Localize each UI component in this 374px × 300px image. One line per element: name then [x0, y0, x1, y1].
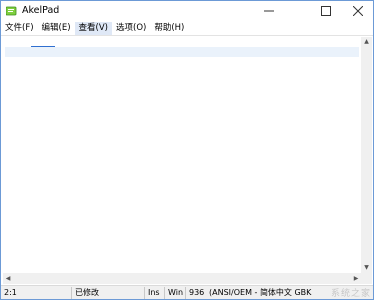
menu-help[interactable]: 帮助(H): [150, 22, 188, 35]
title-bar[interactable]: AkelPad: [1, 1, 373, 21]
status-divider: [71, 287, 72, 299]
scroll-down-arrow-icon[interactable]: ▼: [361, 263, 372, 273]
scrollbar-corner: [361, 273, 372, 284]
status-divider: [144, 287, 145, 299]
main-window: AkelPad 文件(F) 编辑(E) 查看(V) 选项(O) 帮助(H) ▲ …: [0, 0, 374, 300]
maximize-button[interactable]: [311, 1, 341, 21]
menu-edit[interactable]: 编辑(E): [38, 22, 75, 35]
vertical-scrollbar[interactable]: ▲ ▼: [361, 37, 372, 273]
status-divider: [164, 287, 165, 299]
scroll-up-arrow-icon[interactable]: ▲: [361, 37, 372, 47]
status-insert-mode: Ins: [148, 288, 160, 297]
status-encoding[interactable]: (ANSI/OEM - 简体中文 GBK: [209, 288, 311, 298]
text-cursor-marker: [31, 46, 55, 47]
text-editor[interactable]: [3, 37, 361, 273]
akelpad-app-icon: [6, 6, 17, 16]
status-bar: 2:1 已修改 Ins Win 936 (ANSI/OEM - 简体中文 GBK…: [1, 285, 373, 299]
scroll-right-arrow-icon[interactable]: ▶: [351, 273, 361, 284]
status-newline-format: Win: [168, 288, 184, 297]
status-cursor-position: 2:1: [4, 288, 17, 297]
menu-options[interactable]: 选项(O): [112, 22, 150, 35]
current-line-highlight: [5, 47, 359, 57]
status-codepage[interactable]: 936: [189, 288, 204, 298]
maximize-icon: [321, 6, 331, 16]
minimize-button[interactable]: [254, 1, 284, 21]
horizontal-scrollbar[interactable]: ◀ ▶: [3, 273, 361, 284]
scroll-left-arrow-icon[interactable]: ◀: [3, 273, 13, 284]
minimize-icon: [264, 10, 274, 12]
menu-separator: [1, 35, 373, 36]
status-modified: 已修改: [75, 288, 99, 297]
watermark: 系统之家: [330, 289, 371, 299]
close-button[interactable]: [343, 1, 373, 21]
menu-file[interactable]: 文件(F): [1, 22, 38, 35]
close-icon: [353, 6, 363, 16]
status-divider: [185, 287, 186, 299]
menu-view[interactable]: 查看(V): [74, 22, 112, 35]
window-title: AkelPad: [22, 5, 60, 16]
menu-bar: 文件(F) 编辑(E) 查看(V) 选项(O) 帮助(H): [1, 22, 373, 35]
